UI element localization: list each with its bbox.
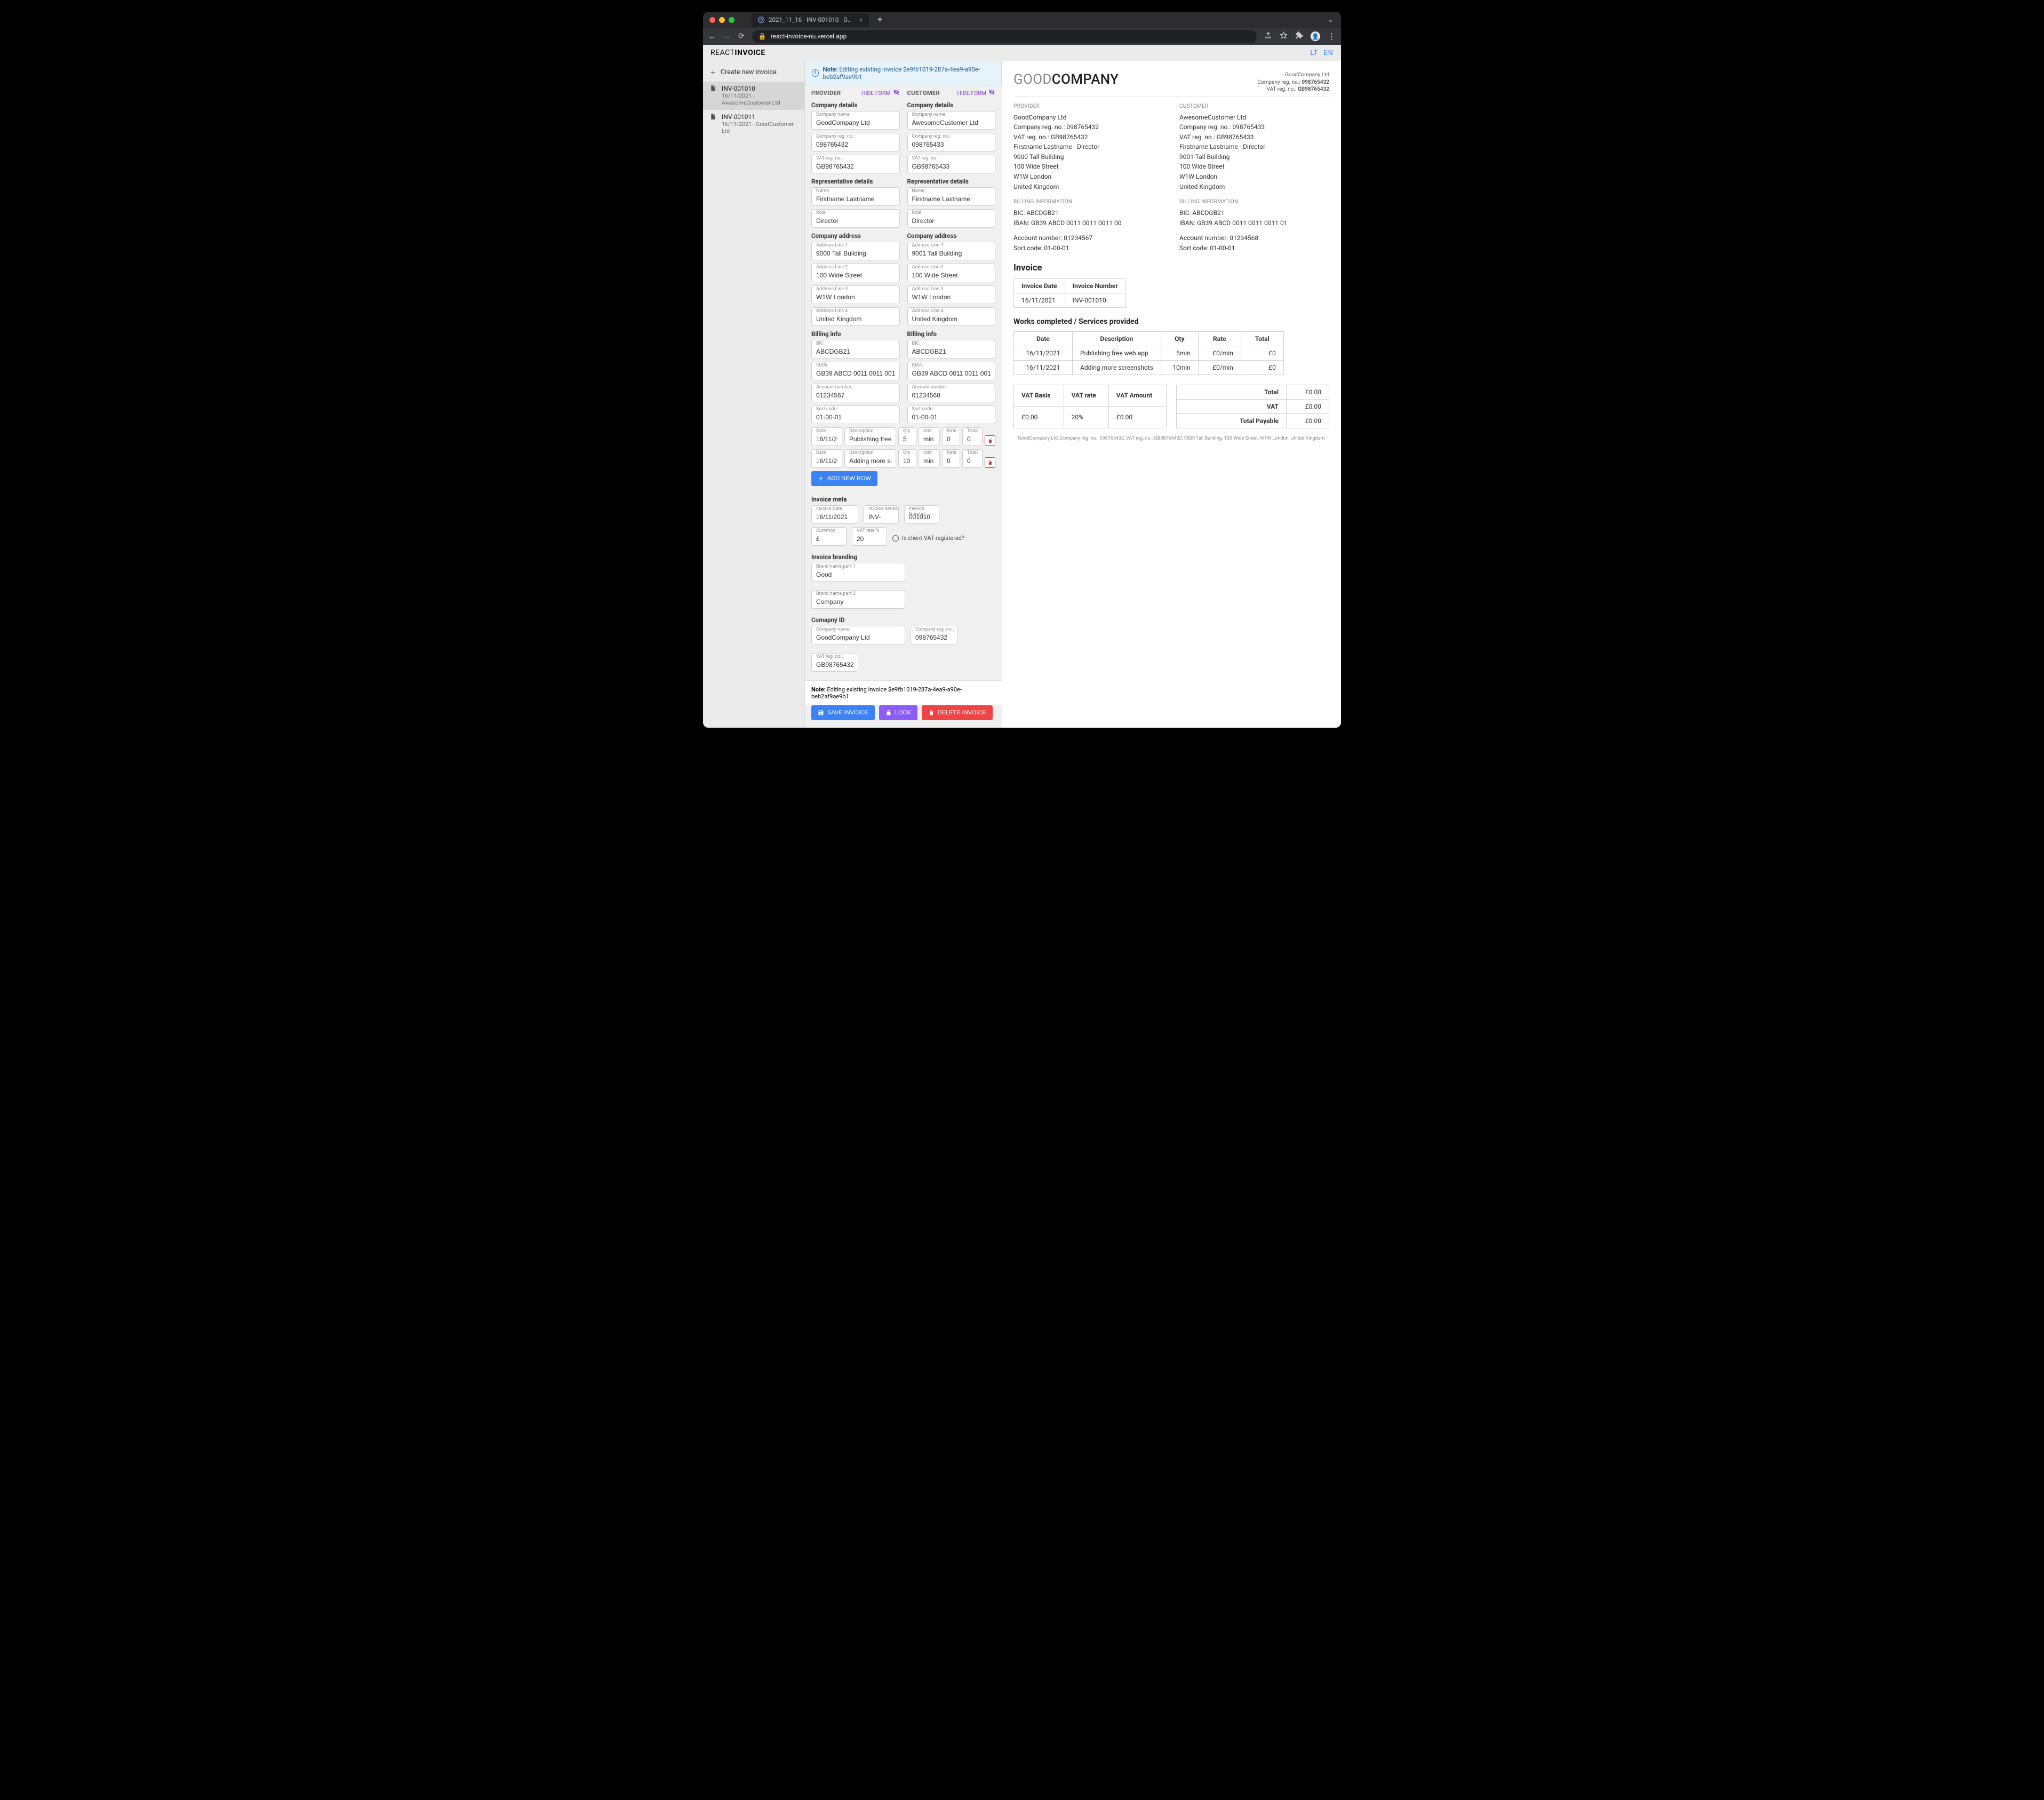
star-icon[interactable] [1280,31,1288,42]
preview-totals-table: Total£0.00VAT£0.00Total Payable£0.00 [1176,385,1329,428]
preview-billing-label: BILLING INFORMATION [1013,199,1163,205]
invoice-list-item[interactable]: INV-00101016/11/2021 - AwesomeCustomer L… [703,82,804,110]
work-row: DateDescriptionQtyUnitRateTotal [811,427,995,446]
plus-icon [709,69,716,76]
lang-lt[interactable]: LT [1310,49,1318,57]
close-window-button[interactable] [709,17,715,23]
extensions-icon[interactable] [1295,31,1303,42]
chevron-down-icon[interactable]: ⌄ [1328,16,1334,24]
eye-off-icon [988,89,995,97]
hide-provider-form-button[interactable]: HIDE FORM [861,89,899,97]
invoice-meta: 16/11/2021 - AwesomeCustomer Ltd [722,92,798,106]
delete-row-button[interactable] [985,435,995,446]
invoice-meta: 16/11/2021 - GreatCustomer Ltd [722,121,798,134]
add-row-label: ADD NEW ROW [827,475,871,482]
forward-button[interactable]: → [723,32,731,41]
hide-customer-form-button[interactable]: HIDE FORM [957,89,995,97]
delete-row-button[interactable] [985,457,995,468]
sidebar: Create new invoice INV-00101016/11/2021 … [703,61,804,728]
note-label: Note: [823,66,838,73]
url-text: react-invoice-nu.vercel.app [771,33,847,40]
back-button[interactable]: ← [708,32,716,41]
language-switcher: LT EN [1307,49,1334,57]
save-label: SAVE INVOICE [827,710,868,716]
edit-note-banner: Note: Editing existing invoice $e9fb1019… [805,61,1002,85]
info-icon [812,69,819,77]
browser-toolbar: ← → ⟳ 🔒 react-invoice-nu.vercel.app 👤 ⋮ [703,28,1341,45]
window-titlebar: 2021_11_16 - INV-001010 - G… × + ⌄ [703,12,1341,28]
section-billing: Billing info [907,330,996,338]
radio-icon [892,535,899,541]
hide-form-label: HIDE FORM [861,90,890,97]
lock-invoice-button[interactable]: LOCK [879,705,917,720]
app-brand: REACTINVOICE [710,49,765,57]
preview-services-table: DateDescriptionQtyRateTotal16/11/2021Pub… [1013,331,1284,375]
section-billing: Billing info [811,330,900,338]
address-bar[interactable]: 🔒 react-invoice-nu.vercel.app [752,30,1257,43]
create-invoice-label: Create new invoice [721,68,777,76]
section-meta: Invoice meta [811,496,995,503]
preview-vat-table: VAT BasisVAT rateVAT Amount £0.0020%£0.0… [1013,385,1167,428]
note-text: Editing existing invoice $e9fb1019-287a-… [823,66,980,81]
preview-provider-label: PROVIDER [1013,103,1163,109]
browser-menu-button[interactable]: ⋮ [1328,31,1336,41]
preview-company-meta: GoodCompany LtdCompany reg. no.: 0987654… [1257,71,1329,93]
zoom-window-button[interactable] [729,17,734,23]
preview-brand: GOODCOMPANY [1013,71,1119,87]
provider-header: PROVIDER [811,90,841,97]
close-tab-icon[interactable]: × [859,16,863,23]
invoice-id: INV-001010 [722,85,798,92]
delete-invoice-button[interactable]: DELETE INVOICE [922,705,993,720]
footer-note: Note: Editing existing invoice $e9fb1019… [805,680,1002,705]
section-company-id: Comapny ID [811,616,995,624]
lang-en[interactable]: EN [1323,49,1334,57]
preview-footer: GoodCompany Ltd, Company reg. no.: 09876… [1013,436,1329,441]
section-rep-details: Representative details [811,178,900,185]
section-branding: Invoice branding [811,553,995,561]
lock-label: LOCK [895,710,911,716]
brand-bold: INVOICE [734,49,765,57]
preview-billing-label: BILLING INFORMATION [1179,199,1329,205]
delete-label: DELETE INVOICE [938,710,986,716]
eye-off-icon [893,89,900,97]
document-icon [709,85,716,92]
save-invoice-button[interactable]: SAVE INVOICE [811,705,875,720]
vat-registered-label: Is client VAT registered? [902,535,964,541]
section-company-details: Company details [907,101,996,109]
hide-form-label: HIDE FORM [957,90,986,97]
section-address: Company address [811,232,900,240]
add-new-row-button[interactable]: ADD NEW ROW [811,471,877,486]
create-invoice-button[interactable]: Create new invoice [703,63,804,82]
tab-title: 2021_11_16 - INV-001010 - G… [769,16,852,23]
invoice-preview: GOODCOMPANY GoodCompany LtdCompany reg. … [1002,61,1341,728]
browser-tab[interactable]: 2021_11_16 - INV-001010 - G… × [752,13,869,27]
profile-avatar[interactable]: 👤 [1311,31,1320,41]
brand-light: REACT [710,49,734,57]
invoice-id: INV-001011 [722,113,798,121]
section-company-details: Company details [811,101,900,109]
section-rep-details: Representative details [907,178,996,185]
document-icon [709,113,716,120]
share-icon[interactable] [1264,31,1272,42]
favicon-icon [758,17,764,23]
invoice-list-item[interactable]: INV-00101116/11/2021 - GreatCustomer Ltd [703,110,804,138]
customer-header: CUSTOMER [907,90,940,97]
reload-button[interactable]: ⟳ [738,32,745,41]
preview-invoice-title: Invoice [1013,263,1329,273]
form-panel: Note: Editing existing invoice $e9fb1019… [804,61,1002,728]
work-row: DateDescriptionQtyUnitRateTotal [811,449,995,468]
new-tab-button[interactable]: + [877,14,883,25]
minimize-window-button[interactable] [719,17,725,23]
preview-invoice-info-table: Invoice DateInvoice Number 16/11/2021INV… [1013,278,1126,308]
preview-customer-label: CUSTOMER [1179,103,1329,109]
vat-registered-checkbox[interactable]: Is client VAT registered? [892,535,964,541]
section-address: Company address [907,232,996,240]
preview-works-title: Works completed / Services provided [1013,317,1329,326]
lock-icon: 🔒 [758,33,766,40]
